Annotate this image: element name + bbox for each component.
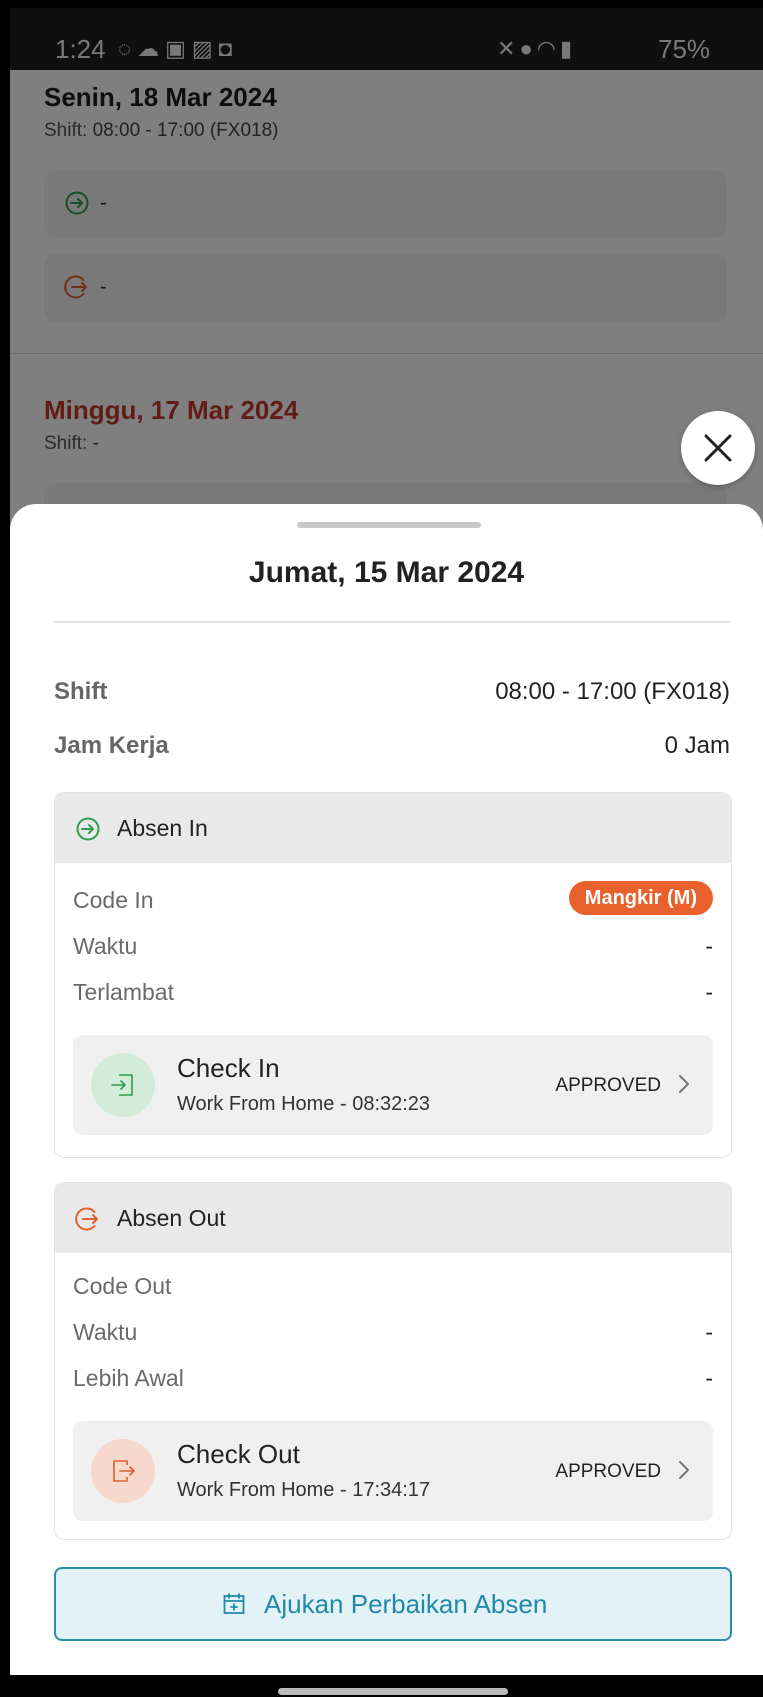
- entry-subtitle: Work From Home - 08:32:23: [177, 1093, 431, 1115]
- absen-out-title: Absen Out: [117, 1205, 226, 1231]
- check-in-avatar: [91, 1053, 155, 1117]
- check-out-entry[interactable]: Check Out Work From Home - 17:34:17 APPR…: [73, 1421, 713, 1521]
- check-out-icon: [75, 1207, 98, 1231]
- shift-label: Shift: [54, 678, 108, 705]
- absen-out-header: Absen Out: [55, 1183, 731, 1253]
- work-hours-label: Jam Kerja: [54, 732, 169, 759]
- entry-status: APPROVED: [555, 1461, 661, 1482]
- sheet-title: Jumat, 15 Mar 2024: [248, 556, 525, 589]
- chevron-right-icon: [679, 1075, 689, 1093]
- code-out-row: Code Out: [73, 1273, 713, 1303]
- time-in-row: Waktu -: [73, 933, 713, 963]
- request-correction-button[interactable]: Ajukan Perbaikan Absen: [54, 1567, 732, 1641]
- late-value: -: [705, 979, 713, 1005]
- login-icon: [111, 1074, 133, 1096]
- time-out-row: Waktu -: [73, 1319, 713, 1349]
- entry-title: Check Out: [177, 1439, 300, 1469]
- entry-subtitle: Work From Home - 17:34:17: [177, 1479, 431, 1501]
- close-button[interactable]: [681, 411, 755, 485]
- home-gesture-bar[interactable]: [278, 1688, 508, 1695]
- code-in-row: Code In Mangkir (M): [73, 881, 713, 917]
- late-label: Terlambat: [73, 979, 174, 1005]
- absen-in-card: Absen In Code In Mangkir (M) Waktu - Ter…: [54, 792, 732, 1158]
- work-hours-row: Jam Kerja 0 Jam: [54, 732, 730, 764]
- request-correction-label: Ajukan Perbaikan Absen: [264, 1589, 548, 1619]
- check-in-icon: [76, 817, 100, 841]
- status-badge: Mangkir (M): [568, 881, 713, 915]
- title-divider: [54, 621, 730, 623]
- sheet-drag-handle[interactable]: [297, 522, 481, 528]
- time-label: Waktu: [73, 933, 138, 959]
- shift-value: 08:00 - 17:00 (FX018): [495, 678, 730, 705]
- early-label: Lebih Awal: [73, 1365, 184, 1391]
- time-label: Waktu: [73, 1319, 138, 1345]
- close-icon: [704, 434, 732, 462]
- entry-status: APPROVED: [555, 1075, 661, 1096]
- app-screen: 1:24 ◌☁▣▨◘ ✕●◠▮ 75% Senin, 18 Mar 2024 S…: [10, 8, 763, 1697]
- absen-out-card: Absen Out Code Out Waktu - Lebih Awal -: [54, 1182, 732, 1540]
- time-value: -: [705, 1319, 713, 1345]
- early-value: -: [705, 1365, 713, 1391]
- early-row: Lebih Awal -: [73, 1365, 713, 1395]
- time-value: -: [705, 933, 713, 959]
- chevron-right-icon: [679, 1461, 689, 1479]
- absen-in-title: Absen In: [117, 815, 208, 841]
- code-out-label: Code Out: [73, 1273, 172, 1299]
- entry-title: Check In: [177, 1053, 280, 1083]
- check-in-entry[interactable]: Check In Work From Home - 08:32:23 APPRO…: [73, 1035, 713, 1135]
- work-hours-value: 0 Jam: [664, 732, 730, 759]
- shift-row: Shift 08:00 - 17:00 (FX018): [54, 678, 730, 710]
- absen-in-header: Absen In: [55, 793, 731, 863]
- attendance-detail-sheet: Jumat, 15 Mar 2024 Shift 08:00 - 17:00 (…: [10, 504, 763, 1697]
- late-row: Terlambat -: [73, 979, 713, 1009]
- code-in-label: Code In: [73, 887, 154, 913]
- check-out-avatar: [91, 1439, 155, 1503]
- calendar-add-icon: [223, 1593, 245, 1614]
- logout-icon: [113, 1460, 135, 1482]
